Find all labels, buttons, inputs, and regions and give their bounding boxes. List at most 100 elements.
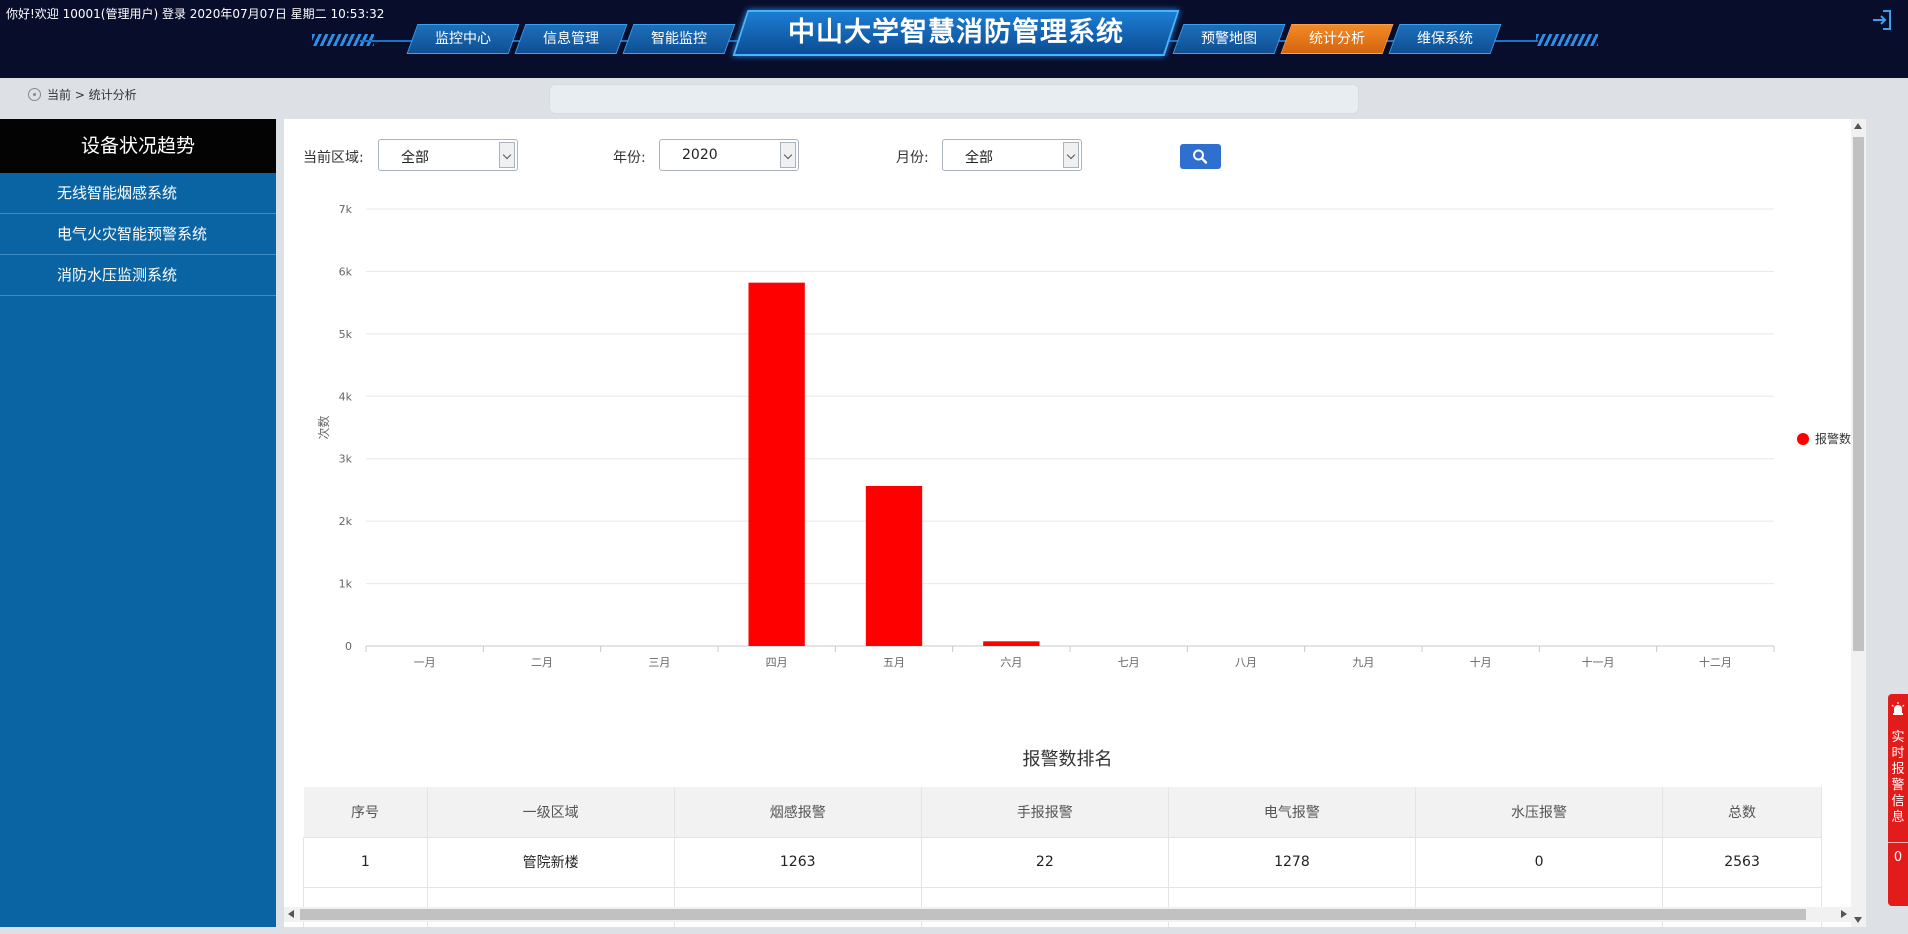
system-title-box: 中山大学智慧消防管理系统: [732, 10, 1180, 56]
column-header: 烟感报警: [674, 787, 922, 837]
sidebar-item-water-pressure[interactable]: 消防水压监测系统: [0, 255, 276, 296]
ranking-title: 报警数排名: [1022, 749, 1113, 770]
legend-label: 报警数: [1815, 431, 1851, 446]
alarm-bell-icon: [1891, 702, 1905, 715]
scroll-right-arrow-icon[interactable]: [1841, 910, 1847, 918]
y-tick-label: 4k: [339, 390, 353, 403]
nav-maintenance[interactable]: 维保系统: [1388, 24, 1502, 54]
ranking-header-row: 序号 一级区域 烟感报警 手报报警 电气报警 水压报警 总数: [303, 787, 1822, 837]
top-search-field[interactable]: [549, 84, 1359, 114]
alarm-tab-divider: [1888, 842, 1908, 843]
sidebar: 设备状况趋势 无线智能烟感系统 电气火灾智能预警系统 消防水压监测系统: [0, 119, 276, 927]
breadcrumb-text: 当前 > 统计分析: [47, 88, 137, 102]
x-tick-label: 四月: [766, 656, 788, 669]
year-label: 年份:: [613, 150, 646, 166]
y-axis-label: 次数: [316, 415, 331, 439]
nav-warning-map[interactable]: 预警地图: [1172, 24, 1286, 54]
table-cell: 管院新楼: [426, 836, 675, 888]
realtime-alarm-tab[interactable]: 实时报警信息 0: [1888, 694, 1908, 906]
location-icon: [28, 88, 41, 101]
x-tick-label: 一月: [414, 656, 436, 669]
table-cell: 1263: [673, 836, 922, 888]
nav-label: 预警地图: [1201, 31, 1257, 47]
filter-bar: 当前区域: 全部 年份: 2020 月份: 全部: [284, 119, 1851, 179]
search-button[interactable]: [1180, 144, 1221, 169]
top-bar: 你好!欢迎 10001(管理用户) 登录 2020年07月07日 星期二 10:…: [0, 0, 1908, 78]
x-tick-label: 五月: [883, 656, 905, 669]
nav-info-management[interactable]: 信息管理: [514, 24, 628, 54]
column-header: 电气报警: [1168, 787, 1416, 837]
table-row: 1 管院新楼 1263 22 1278 0 2563: [303, 836, 1822, 888]
year-select[interactable]: 2020: [659, 139, 799, 171]
y-tick-label: 3k: [339, 453, 353, 466]
table-cell: 1: [303, 836, 428, 888]
y-tick-label: 2k: [339, 515, 353, 528]
legend-marker: [1797, 433, 1809, 445]
scroll-down-arrow-icon[interactable]: [1854, 917, 1862, 923]
chevron-down-icon: [1063, 142, 1079, 168]
region-select-value: 全部: [401, 150, 429, 166]
sidebar-item-electrical-fire[interactable]: 电气火灾智能预警系统: [0, 214, 276, 255]
x-tick-label: 六月: [1000, 656, 1022, 669]
sidebar-title: 设备状况趋势: [0, 119, 276, 173]
chevron-down-icon: [499, 142, 515, 168]
bar-5: [865, 485, 923, 646]
column-header: 序号: [303, 787, 428, 837]
y-tick-label: 1k: [339, 578, 353, 591]
nav-label: 统计分析: [1309, 31, 1365, 47]
table-cell: 22: [920, 836, 1169, 888]
table-cell: 2563: [1662, 836, 1822, 888]
nav-label: 信息管理: [543, 31, 599, 47]
nav-label: 监控中心: [435, 31, 491, 47]
column-header: 水压报警: [1415, 787, 1664, 837]
horizontal-scrollbar[interactable]: [284, 907, 1851, 922]
table-cell: 0: [1414, 836, 1664, 888]
vertical-scroll-thumb[interactable]: [1853, 137, 1864, 651]
x-tick-label: 二月: [531, 656, 553, 669]
x-tick-label: 八月: [1235, 656, 1257, 669]
region-select[interactable]: 全部: [378, 139, 518, 171]
horizontal-scroll-thumb[interactable]: [300, 909, 1806, 920]
x-tick-label: 十二月: [1699, 655, 1732, 669]
month-select[interactable]: 全部: [942, 139, 1082, 171]
nav-monitoring-center[interactable]: 监控中心: [406, 24, 520, 54]
alarm-bar-chart: 0 1k 2k 3k 4k 5k 6k 7k 次数一月 二月 三月 四月 五月 六月 七月 八月 九月 十月 十一月…: [316, 203, 1851, 669]
vertical-scrollbar[interactable]: [1851, 119, 1866, 927]
scroll-up-arrow-icon[interactable]: [1854, 123, 1862, 129]
x-tick-label: 九月: [1352, 656, 1374, 669]
chevron-down-icon: [780, 142, 796, 168]
month-select-value: 全部: [965, 150, 993, 166]
bar-4: [748, 282, 805, 646]
alarm-count: 0: [1893, 850, 1903, 865]
nav-label: 智能监控: [651, 31, 707, 47]
region-label: 当前区域:: [303, 150, 364, 166]
x-tick-label: 十一月: [1582, 655, 1615, 669]
ranking-table: 序号 一级区域 烟感报警 手报报警 电气报警 水压报警 总数 1 管院新楼 12…: [303, 787, 1822, 927]
y-tick-label: 0: [345, 640, 352, 653]
column-header: 手报报警: [921, 787, 1169, 837]
nav-statistics[interactable]: 统计分析: [1280, 24, 1394, 54]
y-tick-label: 5k: [339, 328, 353, 341]
y-tick-label: 7k: [339, 203, 353, 216]
x-tick-label: 三月: [648, 656, 670, 669]
y-tick-label: 6k: [339, 265, 353, 278]
breadcrumb: 当前 > 统计分析: [28, 86, 137, 103]
column-header: 总数: [1662, 787, 1822, 837]
nav-label: 维保系统: [1417, 31, 1473, 47]
right-stripe-decoration: [1536, 34, 1598, 46]
year-select-value: 2020: [682, 147, 718, 163]
x-tick-label: 十月: [1470, 655, 1492, 669]
x-tick-label: 七月: [1118, 656, 1140, 669]
bar-6: [983, 641, 1040, 646]
system-title: 中山大学智慧消防管理系统: [788, 17, 1124, 48]
table-cell: 1278: [1167, 836, 1416, 888]
search-icon: [1193, 149, 1208, 164]
column-header: 一级区域: [427, 787, 675, 837]
sidebar-item-smoke-sensor[interactable]: 无线智能烟感系统: [0, 173, 276, 214]
main-panel: 当前区域: 全部 年份: 2020 月份: 全部 0 1k 2k 3k 4k 5k 6k 7k…: [284, 119, 1851, 927]
month-label: 月份:: [896, 150, 929, 166]
nav-smart-monitoring[interactable]: 智能监控: [622, 24, 736, 54]
scroll-left-arrow-icon[interactable]: [288, 910, 294, 918]
alarm-tab-label: 实时报警信息: [1891, 730, 1905, 825]
logout-icon[interactable]: [1870, 8, 1894, 32]
